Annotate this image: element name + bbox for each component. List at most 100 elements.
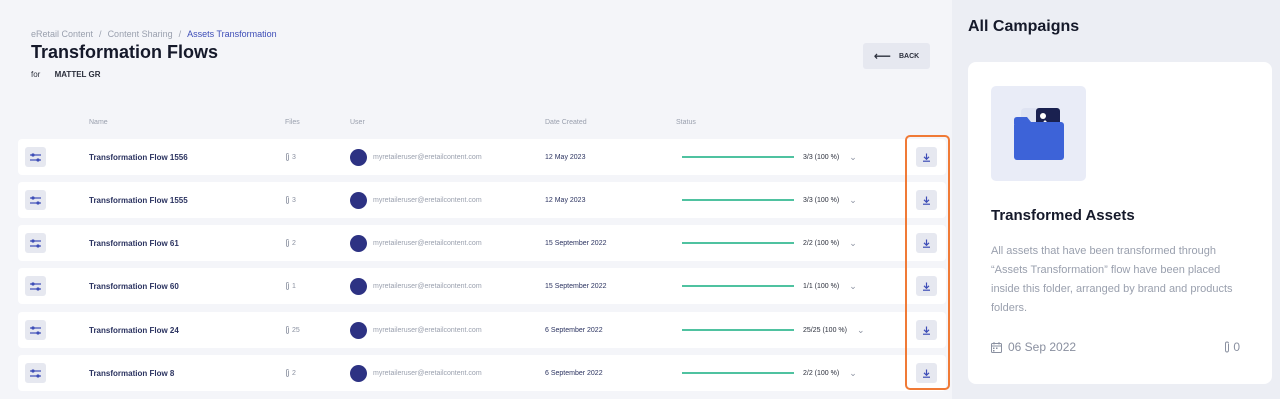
- paperclip-icon: [286, 196, 289, 204]
- paperclip-icon: [286, 282, 289, 290]
- progress-bar: [682, 312, 794, 348]
- flow-files-count: 2: [292, 239, 296, 247]
- chevron-down-icon[interactable]: ⌄: [849, 195, 857, 206]
- progress-bar: [682, 182, 794, 218]
- column-header-date: Date Created: [545, 119, 587, 126]
- flow-status[interactable]: 25/25 (100 %) ⌄: [803, 312, 865, 348]
- folder-thumbnail: [991, 86, 1086, 181]
- table-row[interactable]: Transformation Flow 8 2 myretaileruser@e…: [18, 355, 946, 391]
- subtitle-prefix: for: [31, 70, 41, 79]
- avatar: [350, 321, 367, 339]
- breadcrumb-item-eretail-content[interactable]: eRetail Content: [31, 29, 93, 39]
- breadcrumb-separator: /: [178, 29, 182, 39]
- flow-settings-button[interactable]: [25, 363, 46, 383]
- subtitle-brand: MATTEL GR: [54, 70, 101, 79]
- flow-settings-button[interactable]: [25, 190, 46, 210]
- arrow-left-icon: ⟵: [873, 49, 891, 63]
- flow-date: 6 September 2022: [545, 369, 603, 377]
- flow-name[interactable]: Transformation Flow 1556: [89, 139, 188, 175]
- flow-name[interactable]: Transformation Flow 60: [89, 268, 179, 304]
- download-button[interactable]: [916, 320, 937, 340]
- campaign-card[interactable]: Transformed Assets All assets that have …: [968, 62, 1272, 384]
- flow-status-text: 25/25 (100 %): [803, 326, 847, 334]
- flow-settings-button[interactable]: [25, 320, 46, 340]
- flow-files-count: 3: [292, 196, 296, 204]
- download-button[interactable]: [916, 233, 937, 253]
- campaign-card-date: 06 Sep 2022: [991, 340, 1076, 354]
- breadcrumb-item-content-sharing[interactable]: Content Sharing: [108, 29, 173, 39]
- progress-track: [682, 199, 794, 201]
- flow-settings-button[interactable]: [25, 276, 46, 296]
- page-subtitle: for MATTEL GR: [31, 70, 101, 79]
- column-header-name: Name: [89, 119, 108, 126]
- flow-user: myretaileruser@eretailcontent.com: [350, 225, 482, 261]
- campaigns-title: All Campaigns: [968, 18, 1080, 35]
- table-row[interactable]: Transformation Flow 60 1 myretaileruser@…: [18, 268, 946, 304]
- flow-status[interactable]: 3/3 (100 %) ⌄: [803, 182, 857, 218]
- download-button[interactable]: [916, 363, 937, 383]
- campaign-card-count-value: 0: [1233, 340, 1240, 354]
- download-icon: [923, 369, 930, 378]
- progress-bar: [682, 225, 794, 261]
- flow-status-text: 3/3 (100 %): [803, 153, 840, 161]
- flow-name[interactable]: Transformation Flow 8: [89, 355, 174, 391]
- chevron-down-icon[interactable]: ⌄: [849, 368, 857, 379]
- column-header-user: User: [350, 119, 365, 126]
- download-icon: [923, 282, 930, 291]
- paperclip-icon: [1225, 341, 1230, 353]
- progress-fill: [682, 372, 794, 374]
- flow-files: 25: [285, 312, 300, 348]
- download-button[interactable]: [916, 190, 937, 210]
- back-button-label: BACK: [898, 52, 920, 60]
- flow-name[interactable]: Transformation Flow 24: [89, 312, 179, 348]
- breadcrumb-separator: /: [99, 29, 102, 39]
- campaign-card-description: All assets that have been transformed th…: [991, 245, 1233, 314]
- flow-status-text: 2/2 (100 %): [803, 369, 840, 377]
- flow-settings-button[interactable]: [25, 147, 46, 167]
- flow-name[interactable]: Transformation Flow 61: [89, 225, 179, 261]
- chevron-down-icon[interactable]: ⌄: [849, 152, 857, 163]
- flow-status[interactable]: 3/3 (100 %) ⌄: [803, 139, 857, 175]
- chevron-down-icon[interactable]: ⌄: [849, 281, 857, 292]
- flow-user: myretaileruser@eretailcontent.com: [350, 355, 482, 391]
- flow-user-email: myretaileruser@eretailcontent.com: [373, 282, 482, 290]
- flow-files-count: 1: [292, 282, 296, 290]
- flow-status-text: 1/1 (100 %): [803, 282, 840, 290]
- download-button[interactable]: [916, 276, 937, 296]
- chevron-down-icon[interactable]: ⌄: [849, 238, 857, 249]
- table-row[interactable]: Transformation Flow 61 2 myretaileruser@…: [18, 225, 946, 261]
- progress-bar: [682, 268, 794, 304]
- progress-fill: [682, 242, 794, 244]
- flow-status[interactable]: 1/1 (100 %) ⌄: [803, 268, 857, 304]
- breadcrumb-item-assets-transformation: Assets Transformation: [187, 29, 277, 39]
- flow-status-text: 2/2 (100 %): [803, 239, 840, 247]
- flow-settings-button[interactable]: [25, 233, 46, 253]
- flow-user-email: myretaileruser@eretailcontent.com: [373, 239, 482, 247]
- table-row[interactable]: Transformation Flow 1556 3 myretaileruse…: [18, 139, 946, 175]
- flow-settings-icon: [30, 281, 41, 291]
- flow-files: 3: [285, 182, 296, 218]
- flow-status[interactable]: 2/2 (100 %) ⌄: [803, 225, 857, 261]
- download-button[interactable]: [916, 147, 937, 167]
- table-row[interactable]: Transformation Flow 1555 3 myretaileruse…: [18, 182, 946, 218]
- progress-fill: [682, 285, 794, 287]
- progress-bar: [682, 355, 794, 391]
- avatar: [350, 364, 367, 382]
- table-row[interactable]: Transformation Flow 24 25 myretaileruser…: [18, 312, 946, 348]
- flow-name[interactable]: Transformation Flow 1555: [89, 182, 188, 218]
- flow-files: 2: [285, 225, 296, 261]
- paperclip-icon: [286, 369, 289, 377]
- avatar: [350, 148, 367, 166]
- flow-date: 15 September 2022: [545, 239, 607, 247]
- progress-track: [682, 372, 794, 374]
- flow-user: myretaileruser@eretailcontent.com: [350, 182, 482, 218]
- flow-files-count: 25: [292, 326, 300, 334]
- flow-files: 3: [285, 139, 296, 175]
- flow-status[interactable]: 2/2 (100 %) ⌄: [803, 355, 857, 391]
- flow-settings-icon: [30, 195, 41, 205]
- download-icon: [923, 196, 930, 205]
- flow-files-count: 3: [292, 153, 296, 161]
- chevron-down-icon[interactable]: ⌄: [857, 325, 865, 336]
- back-button[interactable]: ⟵ BACK: [863, 43, 930, 69]
- flow-user: myretaileruser@eretailcontent.com: [350, 312, 482, 348]
